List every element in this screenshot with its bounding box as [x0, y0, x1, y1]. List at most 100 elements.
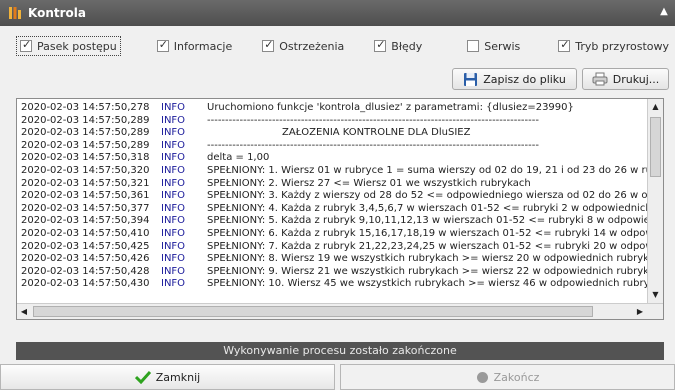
finish-button[interactable]: Zakończ	[340, 364, 675, 390]
checkbox-progress-bar[interactable]: Pasek postępu	[16, 36, 121, 56]
window-title: Kontrola	[28, 6, 86, 20]
log-line: 2020-02-03 14:57:50,278 INFO Uruchomiono f…	[21, 102, 647, 115]
log-level: INFO	[161, 227, 186, 239]
window-titlebar: Kontrola ▲	[0, 0, 675, 26]
close-button[interactable]: Zamknij	[0, 364, 335, 390]
log-timestamp: 2020-02-03 14:57:50,394	[21, 215, 150, 227]
log-line: 2020-02-03 14:57:50,321 INFO SPEŁNIONY: 2.…	[21, 178, 647, 191]
print-button[interactable]: Drukuj...	[582, 68, 669, 90]
log-message: SPEŁNIONY: 8. Wiersz 19 we wszystkich ru…	[207, 253, 647, 265]
log-line: 2020-02-03 14:57:50,428 INFO SPEŁNIONY: 9.…	[21, 266, 647, 279]
log-line: 2020-02-03 14:57:50,289 INFO -------------…	[21, 140, 647, 153]
log-line: 2020-02-03 14:57:50,377 INFO SPEŁNIONY: 4.…	[21, 203, 647, 216]
log-timestamp: 2020-02-03 14:57:50,320	[21, 164, 150, 176]
log-timestamp: 2020-02-03 14:57:50,426	[21, 253, 150, 265]
horizontal-scrollbar[interactable]: ◀ ▶	[17, 303, 663, 319]
log-level: INFO	[161, 102, 186, 113]
collapse-icon[interactable]: ▲	[657, 5, 671, 19]
log-line: 2020-02-03 14:57:50,320 INFO SPEŁNIONY: 1.…	[21, 165, 647, 178]
save-to-file-label: Zapisz do pliku	[483, 72, 566, 86]
checkbox-incremental-mode-label: Tryb przyrostowy	[575, 39, 669, 53]
log-level: INFO	[161, 190, 186, 202]
log-message: delta = 1,00	[207, 152, 270, 164]
log-line: 2020-02-03 14:57:50,430 INFO SPEŁNIONY: 10…	[21, 278, 647, 291]
scroll-left-icon[interactable]: ◀	[17, 304, 31, 319]
checkbox-warnings-label: Ostrzeżenia	[279, 39, 345, 53]
log-line: 2020-02-03 14:57:50,318 INFO delta = 1,00	[21, 152, 647, 165]
vertical-scroll-thumb[interactable]	[650, 117, 661, 177]
checkbox-warnings-box[interactable]	[262, 38, 275, 52]
log-message: SPEŁNIONY: 9. Wiersz 21 we wszystkich ru…	[207, 265, 647, 277]
checkbox-errors-box[interactable]	[374, 38, 387, 52]
printer-icon	[592, 72, 608, 86]
checkbox-service-label: Serwis	[484, 39, 521, 53]
checkbox-errors-label: Błędy	[391, 39, 423, 53]
checkbox-progress-bar-box[interactable]	[20, 38, 32, 52]
log-message: SPEŁNIONY: 4. Każda z rubryk 3,4,5,6,7 w…	[207, 202, 647, 214]
log-level: INFO	[161, 127, 186, 139]
log-line: 2020-02-03 14:57:50,425 INFO SPEŁNIONY: 7.…	[21, 241, 647, 254]
log-level: INFO	[161, 177, 186, 189]
log-lines: 2020-02-03 14:57:50,278 INFO Uruchomiono f…	[21, 102, 647, 302]
checkbox-information-label: Informacje	[173, 39, 233, 53]
log-timestamp: 2020-02-03 14:57:50,425	[21, 240, 150, 252]
checkbox-incremental-mode[interactable]: Tryb przyrostowy	[558, 36, 669, 56]
log-message: ZAŁOŻENIA KONTROLNE DLA DluSIEZ	[282, 127, 471, 139]
log-message: SPEŁNIONY: 3. Każdy z wierszy od 28 do 5…	[207, 190, 647, 202]
scroll-down-icon[interactable]: ▼	[648, 287, 663, 303]
log-message: SPEŁNIONY: 2. Wiersz 27 <= Wiersz 01 we …	[207, 177, 531, 189]
vertical-scrollbar[interactable]: ▲ ▼	[647, 99, 663, 303]
log-timestamp: 2020-02-03 14:57:50,289	[21, 139, 150, 151]
log-level: INFO	[161, 240, 186, 252]
save-to-file-button[interactable]: Zapisz do pliku	[452, 68, 577, 90]
log-message: Uruchomiono funkcje 'kontrola_dlusiez' z…	[207, 102, 574, 113]
log-level: INFO	[161, 164, 186, 176]
checkbox-warnings[interactable]: Ostrzeżenia	[262, 36, 344, 56]
horizontal-scroll-thumb[interactable]	[33, 306, 593, 317]
log-message: SPEŁNIONY: 5. Każda z rubryk 9,10,11,12,…	[207, 215, 647, 227]
log-timestamp: 2020-02-03 14:57:50,410	[21, 227, 150, 239]
checkbox-information-box[interactable]	[156, 38, 169, 52]
log-level: INFO	[161, 265, 186, 277]
app-icon	[9, 7, 21, 19]
scroll-right-icon[interactable]: ▶	[633, 304, 647, 319]
log-level: INFO	[161, 215, 186, 227]
log-line: 2020-02-03 14:57:50,426 INFO SPEŁNIONY: 8.…	[21, 253, 647, 266]
scroll-up-icon[interactable]: ▲	[648, 99, 663, 115]
log-message: ----------------------------------------…	[207, 114, 539, 126]
log-timestamp: 2020-02-03 14:57:50,289	[21, 114, 150, 126]
checkbox-progress-bar-label: Pasek postępu	[37, 39, 117, 53]
filter-checkboxes: Pasek postępu Informacje Ostrzeżenia Błę…	[6, 28, 669, 64]
checkbox-information[interactable]: Informacje	[156, 36, 233, 56]
print-label: Drukuj...	[612, 72, 660, 86]
finish-label: Zakończ	[493, 370, 540, 384]
log-timestamp: 2020-02-03 14:57:50,428	[21, 265, 150, 277]
log-timestamp: 2020-02-03 14:57:50,318	[21, 152, 150, 164]
log-timestamp: 2020-02-03 14:57:50,361	[21, 190, 150, 202]
log-level: INFO	[161, 152, 186, 164]
checkbox-errors[interactable]: Błędy	[374, 36, 422, 56]
log-message: ----------------------------------------…	[207, 139, 539, 151]
log-line: 2020-02-03 14:57:50,289 INFO -------------…	[21, 115, 647, 128]
checkbox-service[interactable]: Serwis	[467, 36, 520, 56]
log-level: INFO	[161, 139, 186, 151]
log-timestamp: 2020-02-03 14:57:50,430	[21, 278, 150, 290]
log-timestamp: 2020-02-03 14:57:50,377	[21, 202, 150, 214]
log-message: SPEŁNIONY: 7. Każda z rubryk 21,22,23,24…	[207, 240, 647, 252]
floppy-disk-icon	[464, 72, 478, 86]
stop-icon	[476, 371, 488, 383]
log-line: 2020-02-03 14:57:50,394 INFO SPEŁNIONY: 5.…	[21, 215, 647, 228]
status-bar: Wykonywanie procesu zostało zakończone	[16, 342, 664, 360]
log-panel[interactable]: 2020-02-03 14:57:50,278 INFO Uruchomiono f…	[16, 98, 664, 320]
log-message: SPEŁNIONY: 10. Wiersz 45 we wszystkich r…	[207, 278, 647, 290]
checkbox-incremental-mode-box[interactable]	[558, 38, 571, 52]
log-level: INFO	[161, 202, 186, 214]
toolbar: Zapisz do pliku Drukuj...	[0, 64, 675, 96]
close-label: Zamknij	[155, 370, 201, 384]
checkmark-icon	[134, 370, 151, 384]
checkbox-service-box[interactable]	[467, 40, 480, 52]
log-level: INFO	[161, 114, 186, 126]
log-line: 2020-02-03 14:57:50,289 INFO ZAŁOŻENIA KON…	[21, 127, 647, 140]
bottom-buttons: Zamknij Zakończ	[0, 362, 675, 390]
log-level: INFO	[161, 253, 186, 265]
